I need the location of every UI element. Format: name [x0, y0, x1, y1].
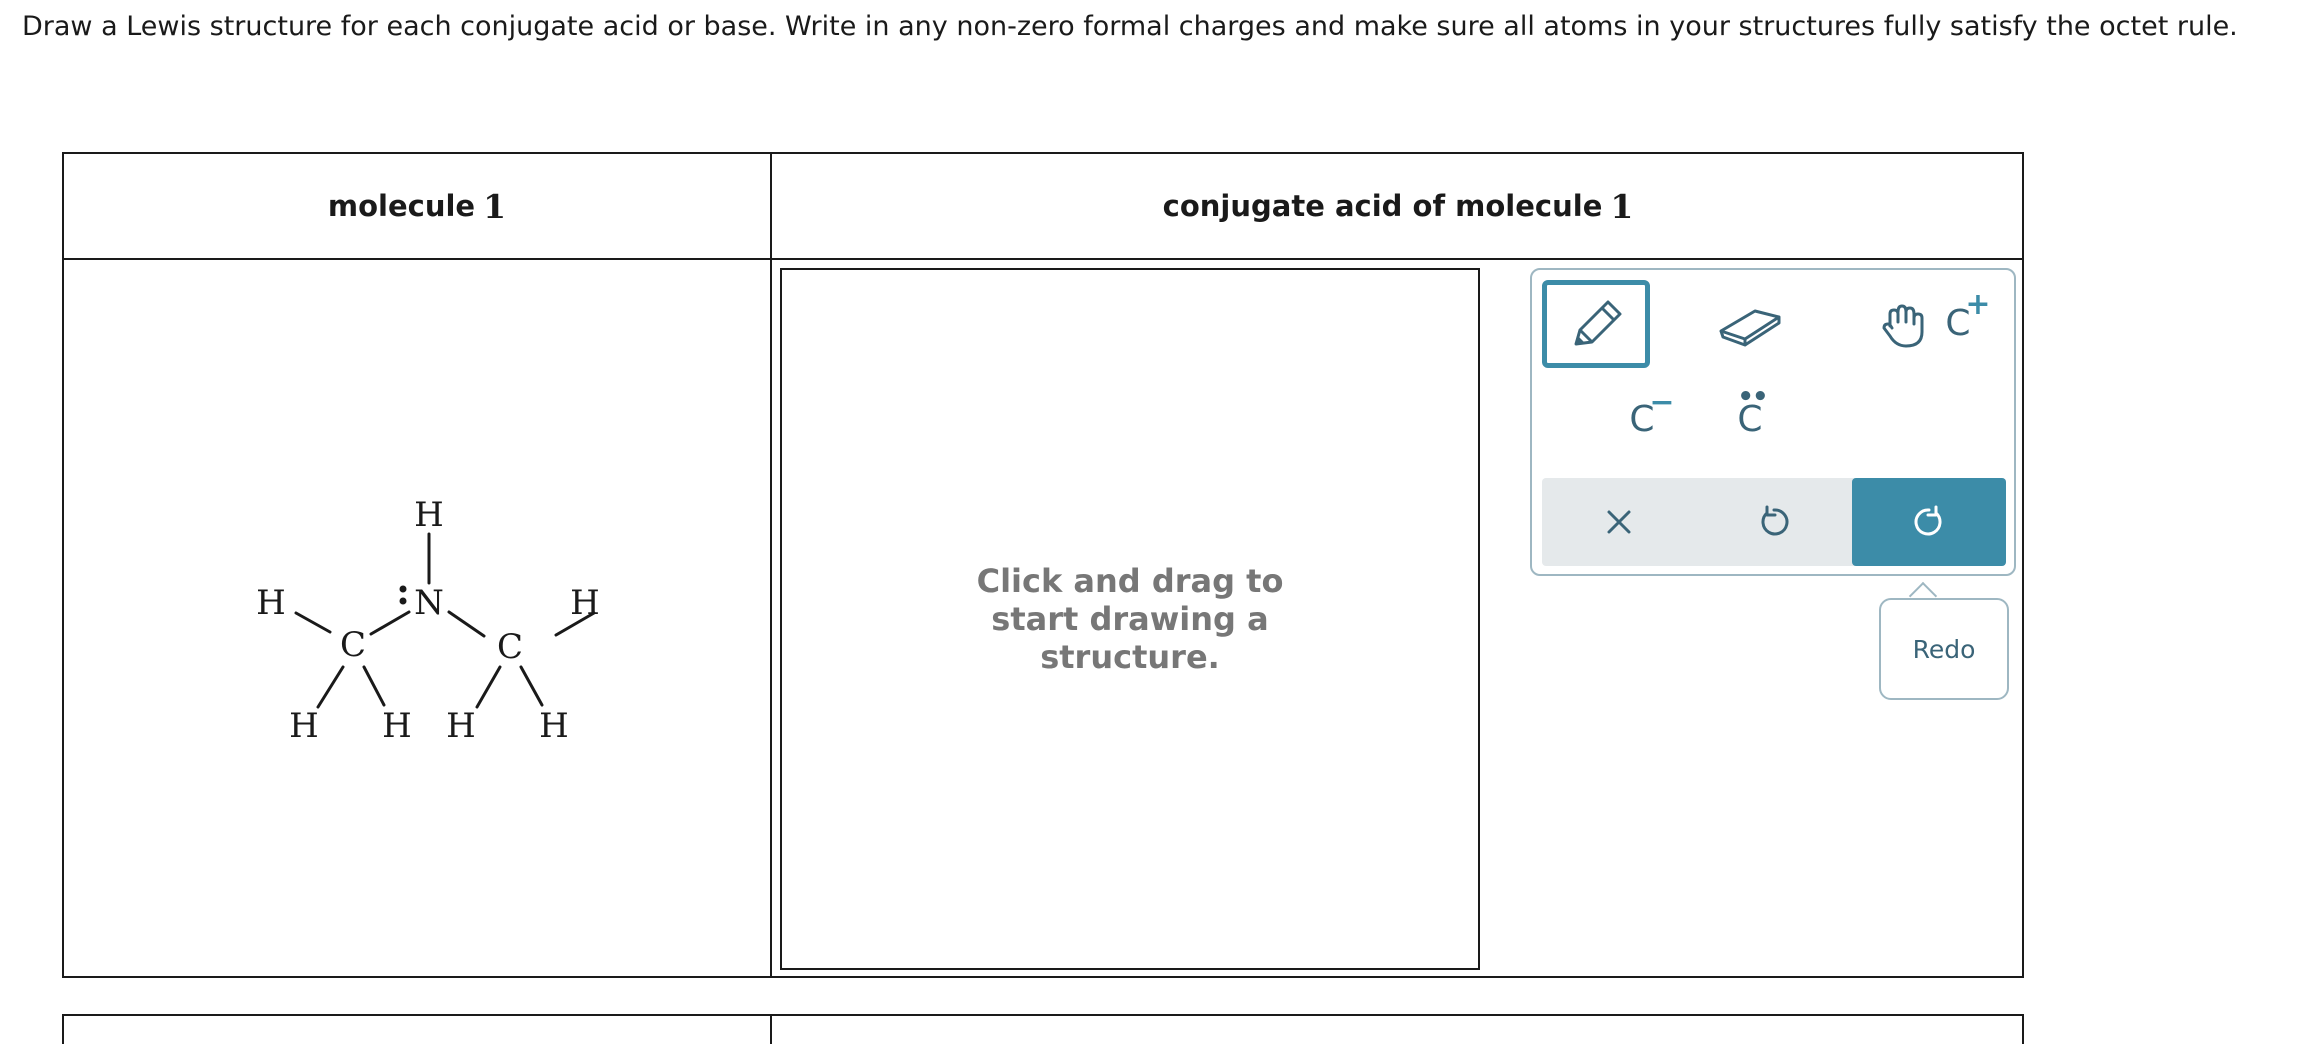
molecule-structure: H N C C H H H H H H [256, 495, 600, 746]
eraser-tool-button[interactable] [1696, 280, 1804, 368]
negative-charge-icon: C − [1629, 385, 1675, 440]
instructions-text: Draw a Lewis structure for each conjugat… [22, 11, 2238, 42]
column-divider [770, 154, 772, 976]
atom-n: N [414, 583, 444, 623]
eraser-icon [1719, 309, 1781, 347]
lone-pair-tool-button[interactable]: C •• [1696, 376, 1804, 464]
lone-pair-dot [399, 585, 407, 593]
lone-pair-dot [399, 597, 407, 605]
second-answer-table [62, 1014, 2024, 1044]
atom-h-top: H [414, 495, 444, 535]
action-bar [1542, 478, 2006, 566]
undo-button[interactable] [1697, 478, 1851, 566]
pencil-tool-button[interactable] [1542, 280, 1650, 368]
redo-tooltip: Redo [1879, 598, 2009, 700]
drawing-canvas[interactable]: Click and drag to start drawing a struct… [780, 268, 1480, 970]
negative-charge-tool-button[interactable]: C − [1588, 376, 1696, 464]
positive-charge-icon: C + [1945, 287, 1991, 344]
column-divider [770, 1016, 772, 1044]
clear-button[interactable] [1542, 478, 1696, 566]
bond-c-h-left-top [294, 611, 332, 634]
pencil-icon [1574, 300, 1622, 346]
atom-h-bottom-3: H [446, 706, 476, 746]
bond-c-h-left-down-a [316, 665, 345, 709]
undo-icon [1761, 505, 1789, 536]
atom-h-right: H [570, 583, 600, 623]
lone-pair-icon: C •• [1737, 382, 1768, 440]
molecule-bonds [294, 532, 596, 709]
molecule-header-number: 1 [483, 186, 507, 226]
atom-h-bottom-2: H [382, 706, 412, 746]
lone-pair-dots [399, 585, 407, 605]
bond-n-c-right [447, 610, 486, 638]
canvas-hint-text: Click and drag to start drawing a struct… [976, 562, 1284, 676]
bond-c-h-right-down-a [475, 665, 502, 709]
atom-c-right: C [497, 627, 523, 667]
redo-icon [1914, 505, 1942, 536]
redo-tooltip-text: Redo [1912, 634, 1976, 664]
drawing-toolbar: C + C − C •• [1530, 268, 2016, 576]
conjugate-acid-header-number: 1 [1610, 186, 1634, 226]
redo-button[interactable] [1852, 478, 2006, 566]
positive-charge-tool-button[interactable]: C + [1904, 280, 2012, 368]
clear-icon [1607, 510, 1631, 534]
bond-n-c-left [369, 610, 411, 636]
atom-h-bottom-1: H [289, 706, 319, 746]
bond-c-h-right-down-b [519, 665, 544, 707]
conjugate-acid-header: conjugate acid of molecule 1 [772, 154, 2024, 258]
atom-h-left: H [256, 583, 286, 623]
conjugate-acid-header-label: conjugate acid of molecule [1162, 189, 1603, 223]
molecule-header-label: molecule [327, 189, 476, 223]
atom-h-bottom-4: H [539, 706, 569, 746]
molecule-header: molecule 1 [64, 154, 770, 258]
bond-c-h-left-down-b [362, 665, 386, 707]
atom-c-left: C [340, 625, 366, 665]
